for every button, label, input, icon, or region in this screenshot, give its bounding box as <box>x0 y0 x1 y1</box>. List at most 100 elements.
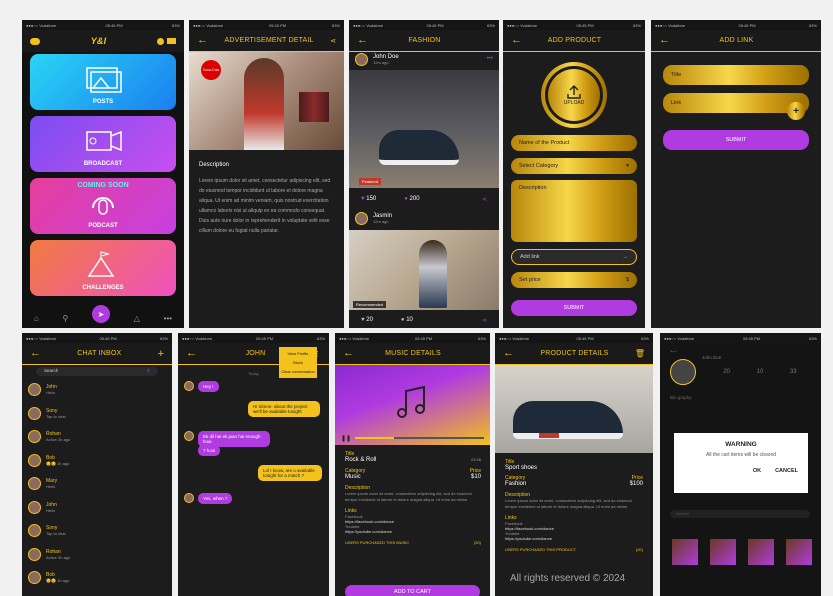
add-link-field[interactable]: Add link → <box>511 249 637 265</box>
category-select[interactable]: Select Category ▾ <box>511 158 637 174</box>
home-icon[interactable]: ⌂ <box>34 314 39 323</box>
message-bubble: Yes, when ? <box>198 493 233 504</box>
like-button[interactable]: ♥ 20 <box>361 317 373 323</box>
back-arrow-icon[interactable]: ← <box>357 35 368 46</box>
back-arrow-icon[interactable]: ← <box>197 35 208 46</box>
broadcast-tile[interactable]: BROADCAST <box>30 116 176 172</box>
status-bar: ●●●○○ Vodafone 05:45 PM 63% <box>189 20 344 30</box>
add-icon[interactable]: + <box>158 348 164 360</box>
profile-name: John Doe <box>702 355 722 360</box>
avatar <box>28 547 41 561</box>
chat-list-item[interactable]: Bob 😊😊 1h ago <box>28 453 70 467</box>
description-field[interactable]: Description <box>511 180 637 242</box>
chat-list-item[interactable]: Sony Tap to chat <box>28 524 66 537</box>
podcast-tile[interactable]: COMING SOON PODCAST <box>30 178 176 234</box>
comment-button[interactable]: ● 10 <box>401 317 413 323</box>
add-icon[interactable]: + <box>787 102 805 120</box>
avatar <box>28 477 41 490</box>
product-image <box>495 365 653 453</box>
page-title: MUSIC DETAILS <box>385 350 441 357</box>
message-bubble: Lol I know, are u available tonight for … <box>258 465 322 481</box>
back-arrow-icon[interactable]: ← <box>659 35 670 46</box>
media-grid <box>672 539 812 565</box>
fashion-header: ← FASHION <box>349 30 499 52</box>
product-name-field[interactable]: Name of the Product <box>511 135 637 151</box>
avatar <box>355 212 368 225</box>
share-icon[interactable]: ⋖ <box>330 37 336 45</box>
last-message: Active 3h ago <box>46 554 71 560</box>
block-item[interactable]: Block <box>281 358 315 367</box>
challenges-tile[interactable]: CHALLENGES <box>30 240 176 296</box>
share-icon[interactable]: ⋖ <box>482 317 487 324</box>
model-figure <box>419 240 447 308</box>
chat-list-item[interactable]: Sony Tap to chat <box>28 406 66 420</box>
post2-image: Recommended <box>349 230 499 310</box>
menu-icon[interactable] <box>30 37 40 45</box>
status-bar: ●●●○○ Vodafone 05:45 PM 63% <box>660 333 821 343</box>
youtube-link[interactable]: https://youtube.com/dance <box>505 536 643 541</box>
add-to-cart-button[interactable]: ADD TO CART <box>345 585 480 596</box>
pause-icon[interactable]: ❚❚ <box>341 435 351 442</box>
wallet-icon[interactable] <box>167 38 176 44</box>
media-thumb[interactable] <box>748 539 774 565</box>
posts-tile[interactable]: POSTS <box>30 54 176 110</box>
purchasers-count[interactable]: (20) <box>474 540 481 545</box>
notification-icon[interactable] <box>157 37 164 45</box>
more-icon[interactable]: ••• <box>164 314 172 323</box>
chat-list-item[interactable]: Mary Hello <box>28 477 57 490</box>
caret-down-icon: ▾ <box>626 163 629 169</box>
send-icon[interactable]: ➤ <box>92 305 111 323</box>
cancel-button[interactable]: CANCEL <box>775 468 798 474</box>
profile-warning-screen: ●●●○○ Vodafone 05:45 PM 63% ← John Doe 20 1… <box>660 333 821 596</box>
search-input[interactable]: Search <box>670 510 810 518</box>
bottom-nav: ⌂ ⚲ ➤ △ ••• <box>22 305 184 328</box>
music-details-screen: ●●●○○ Vodafone 05:45 PM 63% ← MUSIC DETAILS… <box>335 333 490 596</box>
ok-button[interactable]: OK <box>753 468 761 474</box>
add-link-screen: ●●●○○ Vodafone 05:45 PM 63% ← ADD LINK Titl… <box>651 20 821 328</box>
search-icon[interactable]: ⚲ <box>62 314 68 323</box>
title-field[interactable]: Title <box>663 65 809 85</box>
purchasers-count[interactable]: (20) <box>636 547 643 552</box>
back-arrow-icon[interactable]: ← <box>343 348 354 359</box>
upload-button[interactable]: UPLOAD <box>541 62 607 128</box>
chat-list-item[interactable]: Rohan Active 3h ago <box>28 430 70 443</box>
media-thumb[interactable] <box>710 539 736 565</box>
post1-actions: ♥ 150 ● 200 ⋖ <box>349 192 499 206</box>
like-button[interactable]: ♥ 150 <box>361 196 376 202</box>
avatar <box>28 453 41 467</box>
microphone-icon <box>92 197 114 215</box>
upload-icon[interactable]: △ <box>134 314 140 323</box>
trash-icon[interactable]: 🗑 <box>635 349 645 358</box>
back-arrow-icon[interactable]: ← <box>511 35 522 46</box>
comment-icon: ● <box>404 196 408 202</box>
post1-author[interactable]: John Doe 12m ago <box>355 53 399 66</box>
back-arrow-icon[interactable]: ← <box>30 348 41 359</box>
last-message: 😊😊 1h ago <box>46 460 70 466</box>
seek-track[interactable] <box>355 437 484 439</box>
view-profile-item[interactable]: View Profile <box>281 349 315 358</box>
price-field[interactable]: Set price $ <box>511 272 637 288</box>
chat-list-item[interactable]: John Hello <box>28 383 57 396</box>
submit-button[interactable]: SUBMIT <box>511 300 637 316</box>
back-arrow-icon[interactable]: ← <box>186 348 197 359</box>
youtube-link[interactable]: https://youtube.com/dance <box>345 529 481 534</box>
comment-button[interactable]: ● 200 <box>404 196 419 202</box>
search-input[interactable]: Search ⚲ <box>36 367 158 376</box>
back-arrow-icon[interactable]: ← <box>503 348 514 359</box>
back-arrow-icon[interactable]: ← <box>668 345 679 356</box>
submit-button[interactable]: SUBMIT <box>663 130 809 150</box>
page-title: ADVERTISEMENT DETAIL <box>224 37 314 44</box>
chat-header: ← CHAT INBOX + <box>22 343 172 365</box>
more-icon[interactable]: ••• <box>487 56 493 62</box>
page-title: ADD LINK <box>719 37 754 44</box>
media-thumb[interactable] <box>672 539 698 565</box>
chat-list-item[interactable]: Rohan Active 3h ago <box>28 547 71 561</box>
ad-detail-screen: ●●●○○ Vodafone 05:45 PM 63% ← ADVERTISEMENT… <box>189 20 344 328</box>
media-thumb[interactable] <box>786 539 812 565</box>
status-bar: ●●●○○ Vodafone 05:45 PM 63% <box>22 333 172 343</box>
biography-label: Bio graphy <box>670 395 692 400</box>
share-icon[interactable]: ⋖ <box>482 196 487 203</box>
chat-list-item[interactable]: John Hello <box>28 500 57 514</box>
chat-list-item[interactable]: Bob 😊😊 1h ago <box>28 571 69 584</box>
post2-author[interactable]: Jasmin 12m ago <box>355 212 392 225</box>
